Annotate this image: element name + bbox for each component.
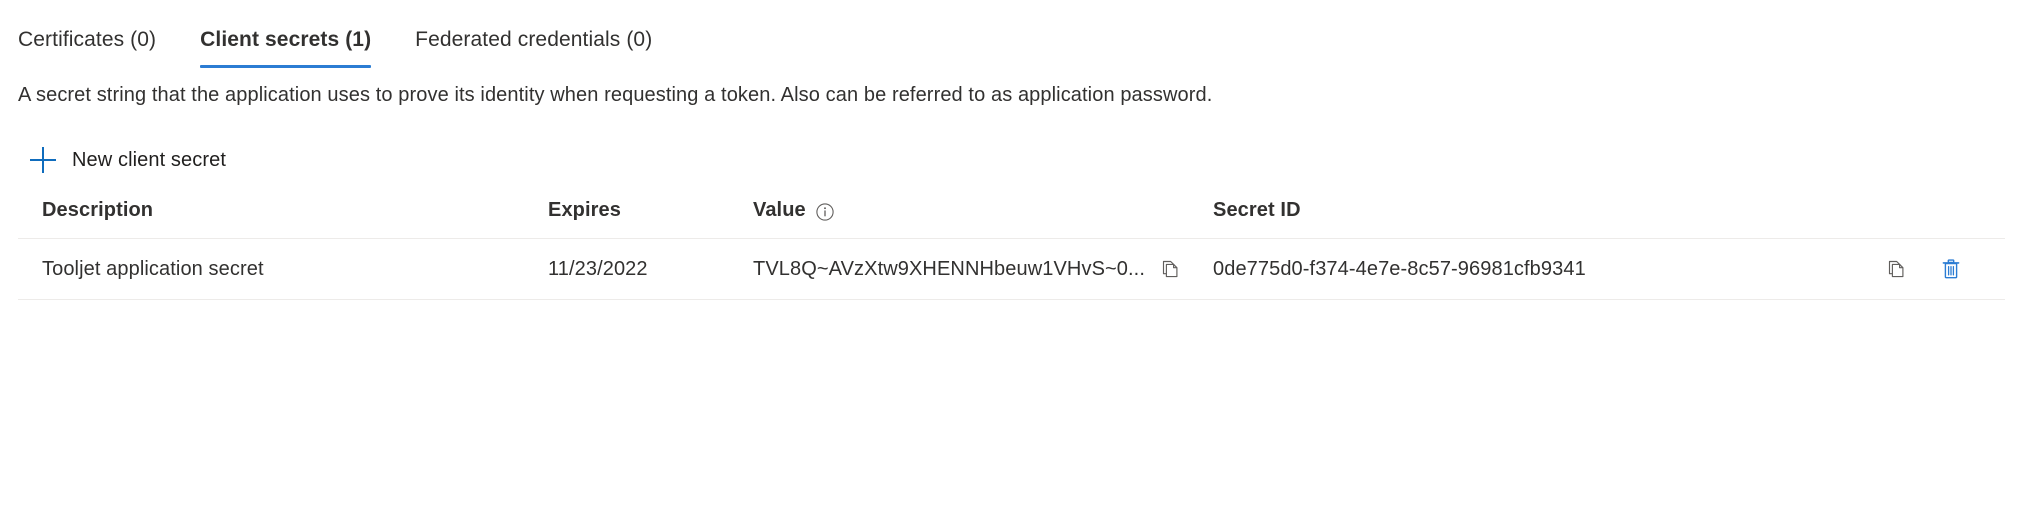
info-circle-icon[interactable] — [815, 202, 835, 222]
cell-value: TVL8Q~AVzXtw9XHENNHbeuw1VHvS~0... — [753, 238, 1213, 300]
column-header-secret-id: Secret ID — [1213, 199, 1301, 221]
table-body: Tooljet application secret 11/23/2022 TV… — [18, 238, 2005, 300]
copy-secret-id-button[interactable] — [1885, 258, 1907, 280]
plus-icon — [30, 147, 56, 173]
table-header-row: Description Expires Value Secret ID — [18, 199, 2005, 239]
secret-id-cell-content: 0de775d0-f374-4e7e-8c57-96981cfb9341 — [1213, 258, 1885, 281]
secret-id-text: 0de775d0-f374-4e7e-8c57-96981cfb9341 — [1213, 257, 1586, 280]
cell-description: Tooljet application secret — [18, 238, 548, 300]
copy-secret-value-button[interactable] — [1159, 258, 1181, 280]
panel-description: A secret string that the application use… — [18, 84, 1213, 106]
cell-secret-id: 0de775d0-f374-4e7e-8c57-96981cfb9341 — [1213, 238, 1885, 300]
row-actions — [1885, 257, 2005, 281]
value-cell-content: TVL8Q~AVzXtw9XHENNHbeuw1VHvS~0... — [753, 258, 1213, 281]
secrets-table-container: Description Expires Value Secret ID Tool… — [0, 199, 2042, 300]
tab-federated-credentials[interactable]: Federated credentials (0) — [393, 26, 674, 68]
column-header-actions — [1885, 199, 2005, 239]
client-secrets-panel: Certificates (0) Client secrets (1) Fede… — [0, 0, 2042, 508]
delete-secret-button[interactable] — [1939, 257, 1963, 281]
trash-icon — [1939, 257, 1963, 281]
table-row[interactable]: Tooljet application secret 11/23/2022 TV… — [18, 238, 2005, 300]
tab-certificates-label: Certificates (0) — [18, 28, 157, 51]
tab-bar: Certificates (0) Client secrets (1) Fede… — [0, 0, 2042, 68]
column-header-expires: Expires — [548, 199, 621, 221]
tab-certificates[interactable]: Certificates (0) — [18, 26, 178, 68]
secret-value-text: TVL8Q~AVzXtw9XHENNHbeuw1VHvS~0... — [753, 257, 1145, 280]
secrets-table: Description Expires Value Secret ID Tool… — [18, 199, 2005, 300]
column-header-value: Value — [753, 199, 1213, 239]
table-header: Description Expires Value Secret ID — [18, 199, 2005, 239]
new-client-secret-label: New client secret — [72, 149, 226, 171]
new-client-secret-button[interactable]: New client secret — [28, 143, 232, 177]
tab-federated-credentials-label: Federated credentials (0) — [415, 28, 653, 51]
copy-icon — [1159, 258, 1181, 280]
command-bar: New client secret — [0, 109, 2042, 177]
cell-expires: 11/23/2022 — [548, 238, 753, 300]
tab-client-secrets-label: Client secrets (1) — [200, 28, 372, 51]
column-header-value-label: Value — [753, 199, 806, 221]
tab-client-secrets[interactable]: Client secrets (1) — [178, 26, 393, 68]
copy-icon — [1885, 258, 1907, 280]
column-header-description: Description — [42, 199, 154, 221]
cell-actions — [1885, 238, 2005, 300]
